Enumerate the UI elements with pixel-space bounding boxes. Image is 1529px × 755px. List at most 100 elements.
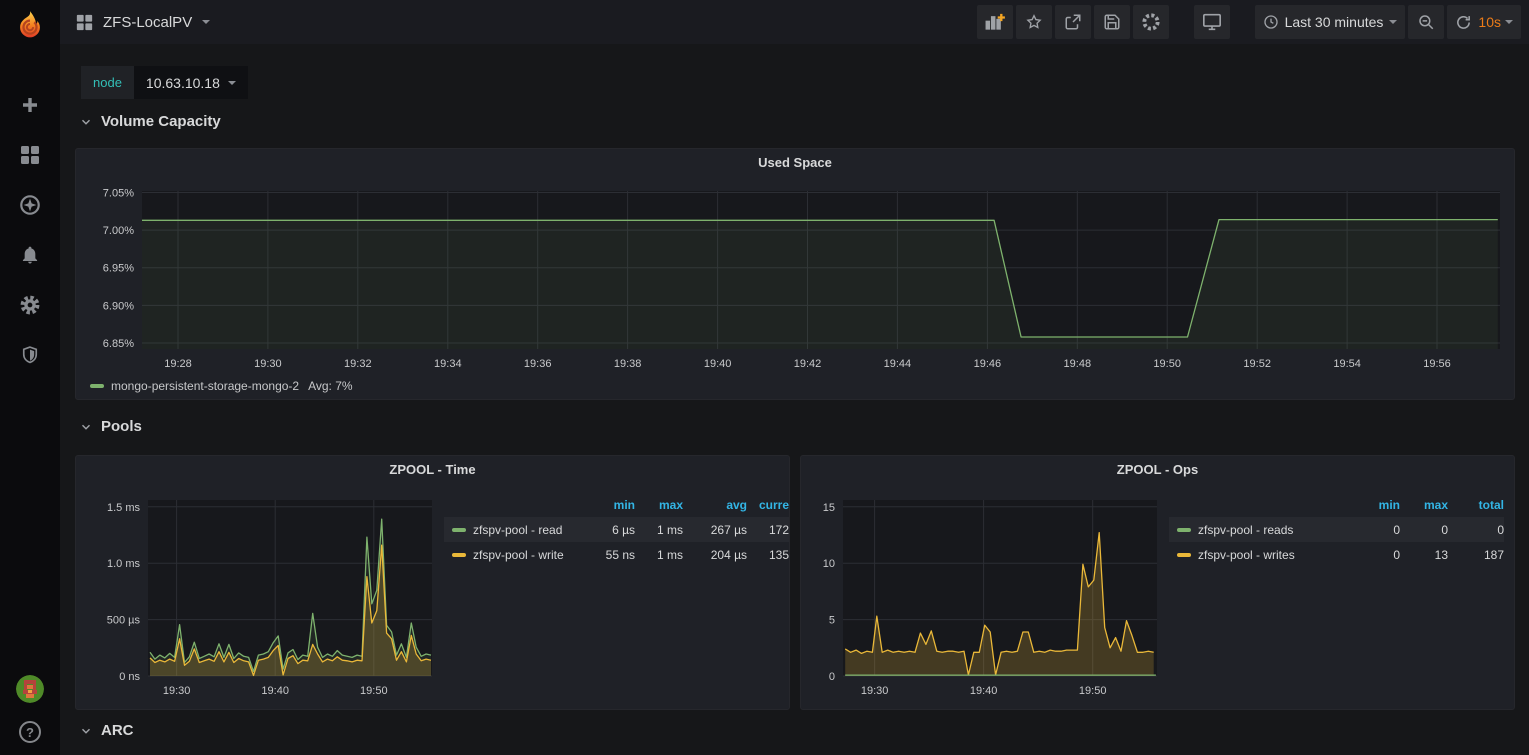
legend-row-writes: zfspv-pool - writes 0 13 187 bbox=[1169, 542, 1504, 567]
sidebar-item-create[interactable] bbox=[10, 92, 50, 118]
legend-value-max: 1 ms bbox=[635, 548, 683, 562]
svg-text:15: 15 bbox=[823, 502, 835, 514]
series-label: zfspv-pool - read bbox=[473, 523, 562, 537]
legend-header-min[interactable]: min bbox=[1350, 498, 1400, 512]
legend-series-toggle[interactable]: zfspv-pool - reads bbox=[1169, 523, 1350, 537]
navbar-actions: Last 30 minutes 10s bbox=[974, 5, 1521, 39]
legend-series-toggle[interactable]: zfspv-pool - read bbox=[444, 523, 585, 537]
dashboard-settings-button[interactable] bbox=[1133, 5, 1169, 39]
legend-header-row: min max total bbox=[1169, 492, 1504, 517]
legend-header-total[interactable]: total bbox=[1448, 498, 1504, 512]
zpool-time-chart[interactable]: 0 ns500 µs1.0 ms1.5 ms19:3019:4019:50 bbox=[84, 490, 436, 702]
legend-value-min: 55 ns bbox=[585, 548, 635, 562]
svg-text:19:46: 19:46 bbox=[974, 358, 1002, 370]
panel-title[interactable]: Used Space bbox=[76, 155, 1514, 170]
svg-text:19:40: 19:40 bbox=[261, 685, 289, 697]
legend-header-current[interactable]: curre bbox=[747, 498, 789, 512]
user-avatar[interactable] bbox=[16, 675, 44, 703]
legend-series-toggle[interactable]: zfspv-pool - write bbox=[444, 548, 585, 562]
row-volume-capacity[interactable]: Volume Capacity bbox=[79, 113, 221, 130]
zoom-out-time-button[interactable] bbox=[1408, 5, 1444, 39]
template-variables-bar: node 10.63.10.18 bbox=[81, 66, 248, 99]
share-dashboard-button[interactable] bbox=[1055, 5, 1091, 39]
star-dashboard-button[interactable] bbox=[1016, 5, 1052, 39]
legend-value-min: 6 µs bbox=[585, 523, 635, 537]
sidebar-item-server-admin[interactable] bbox=[10, 342, 50, 368]
chevron-down-icon bbox=[202, 20, 210, 24]
series-color-marker bbox=[90, 384, 104, 388]
legend-header-row: min max avg curre bbox=[444, 492, 789, 517]
legend-value-total: 0 bbox=[1448, 523, 1504, 537]
row-pools[interactable]: Pools bbox=[79, 418, 142, 435]
svg-text:19:50: 19:50 bbox=[1079, 685, 1107, 697]
help-button[interactable]: ? bbox=[19, 721, 41, 743]
compass-icon bbox=[19, 194, 41, 216]
series-color-marker bbox=[452, 553, 466, 557]
panel-title[interactable]: ZPOOL - Ops bbox=[801, 462, 1514, 477]
row-title: Volume Capacity bbox=[101, 113, 221, 130]
node-variable-dropdown[interactable]: 10.63.10.18 bbox=[134, 66, 248, 99]
series-color-marker bbox=[1177, 553, 1191, 557]
svg-text:19:56: 19:56 bbox=[1423, 358, 1451, 370]
save-dashboard-button[interactable] bbox=[1094, 5, 1130, 39]
legend-value-total: 187 bbox=[1448, 548, 1504, 562]
chevron-down-icon bbox=[79, 724, 93, 738]
svg-text:6.95%: 6.95% bbox=[103, 263, 134, 275]
svg-text:19:30: 19:30 bbox=[254, 358, 282, 370]
cycle-view-mode-button[interactable] bbox=[1194, 5, 1230, 39]
series-avg-value: Avg: 7% bbox=[308, 379, 352, 393]
svg-text:6.85%: 6.85% bbox=[103, 338, 134, 350]
legend-header-min[interactable]: min bbox=[585, 498, 635, 512]
zpool-ops-chart[interactable]: 05101519:3019:4019:50 bbox=[809, 490, 1161, 702]
panel-title[interactable]: ZPOOL - Time bbox=[76, 462, 789, 477]
series-label: zfspv-pool - writes bbox=[1198, 548, 1295, 562]
plus-icon bbox=[20, 95, 40, 115]
help-question-mark: ? bbox=[26, 725, 34, 740]
avatar-pixel-icon bbox=[16, 675, 44, 703]
sidebar-menu bbox=[0, 92, 60, 368]
used-space-chart[interactable]: 6.85%6.90%6.95%7.00%7.05%19:2819:3019:32… bbox=[84, 181, 1506, 375]
zpool-time-legend: min max avg curre zfspv-pool - read 6 µs… bbox=[444, 492, 789, 567]
legend-header-avg[interactable]: avg bbox=[683, 498, 747, 512]
svg-text:7.00%: 7.00% bbox=[103, 225, 134, 237]
chevron-down-icon bbox=[79, 115, 93, 129]
legend-series-toggle[interactable]: zfspv-pool - writes bbox=[1169, 548, 1350, 562]
legend-row-reads: zfspv-pool - reads 0 0 0 bbox=[1169, 517, 1504, 542]
grafana-logo[interactable] bbox=[0, 0, 60, 52]
legend-header-max[interactable]: max bbox=[1400, 498, 1448, 512]
sidebar-item-dashboards[interactable] bbox=[10, 142, 50, 168]
legend-value-min: 0 bbox=[1350, 523, 1400, 537]
svg-text:19:48: 19:48 bbox=[1064, 358, 1092, 370]
tv-monitor-icon bbox=[1202, 13, 1222, 31]
row-arc[interactable]: ARC bbox=[79, 722, 134, 739]
dashboard-title-dropdown[interactable]: ZFS-LocalPV bbox=[76, 14, 210, 31]
grafana-flame-icon bbox=[13, 9, 47, 43]
series-label: zfspv-pool - write bbox=[473, 548, 564, 562]
svg-text:5: 5 bbox=[829, 615, 835, 627]
sidebar-item-explore[interactable] bbox=[10, 192, 50, 218]
node-variable-value: 10.63.10.18 bbox=[146, 75, 220, 91]
svg-text:1.0 ms: 1.0 ms bbox=[107, 558, 141, 570]
svg-text:19:30: 19:30 bbox=[163, 685, 191, 697]
shield-icon bbox=[20, 344, 40, 366]
sidebar-item-alerting[interactable] bbox=[10, 242, 50, 268]
svg-text:19:38: 19:38 bbox=[614, 358, 642, 370]
chevron-down-icon bbox=[79, 420, 93, 434]
share-icon bbox=[1064, 13, 1082, 31]
svg-text:6.90%: 6.90% bbox=[103, 300, 134, 312]
legend-value-current: 135 bbox=[747, 548, 789, 562]
gear-icon bbox=[19, 294, 41, 316]
time-range-picker[interactable]: Last 30 minutes bbox=[1255, 5, 1406, 39]
dashboards-grid-icon bbox=[20, 145, 40, 165]
svg-text:19:30: 19:30 bbox=[861, 685, 889, 697]
add-panel-button[interactable] bbox=[977, 5, 1013, 39]
used-space-legend-item[interactable]: mongo-persistent-storage-mongo-2 Avg: 7% bbox=[90, 379, 353, 393]
chevron-down-icon bbox=[1389, 20, 1397, 24]
sidebar-item-configuration[interactable] bbox=[10, 292, 50, 318]
refresh-picker[interactable]: 10s bbox=[1447, 5, 1521, 39]
svg-text:19:28: 19:28 bbox=[164, 358, 192, 370]
dashboard-title: ZFS-LocalPV bbox=[103, 14, 192, 31]
legend-header-max[interactable]: max bbox=[635, 498, 683, 512]
series-color-marker bbox=[1177, 528, 1191, 532]
variable-name-label: node bbox=[81, 66, 134, 99]
